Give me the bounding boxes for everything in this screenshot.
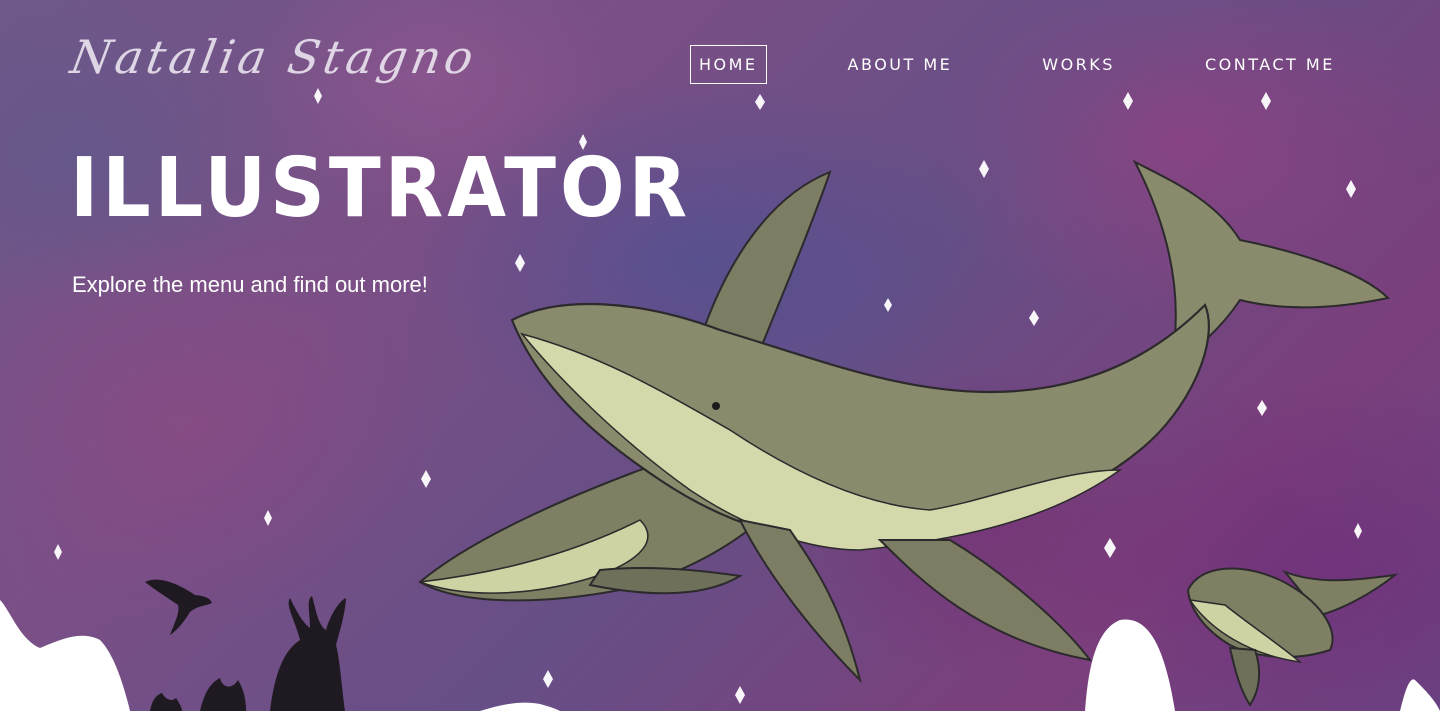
torn-edge-left xyxy=(0,600,130,711)
star xyxy=(421,470,431,488)
star xyxy=(1104,538,1116,558)
star xyxy=(735,686,745,704)
star xyxy=(755,94,765,110)
torn-edge-center xyxy=(1085,619,1175,711)
star xyxy=(1029,310,1039,326)
torn-edge-bottom xyxy=(480,702,560,711)
star xyxy=(1261,92,1271,110)
nav-about-me[interactable]: ABOUT ME xyxy=(839,45,962,84)
nav-home[interactable]: HOME xyxy=(690,44,767,84)
cat-silhouette xyxy=(200,678,246,711)
star xyxy=(515,254,525,272)
main-nav: HOME ABOUT ME WORKS CONTACT ME xyxy=(690,42,1344,86)
bird-silhouette xyxy=(145,579,212,635)
star xyxy=(884,298,892,312)
site-logo[interactable]: Natalia Stagno xyxy=(64,30,482,100)
baby-whale-flipper xyxy=(1228,646,1261,707)
fox-silhouette xyxy=(150,693,182,711)
hero-section: Natalia Stagno HOME ABOUT ME WORKS CONTA… xyxy=(0,0,1440,711)
main-whale-flipper-2 xyxy=(877,539,1093,662)
hero-illustration xyxy=(0,88,1440,711)
deer-silhouette xyxy=(270,596,346,711)
nav-contact-me[interactable]: CONTACT ME xyxy=(1196,45,1344,84)
main-whale-eye xyxy=(712,402,720,410)
nav-works[interactable]: WORKS xyxy=(1033,45,1124,84)
star xyxy=(1123,92,1133,110)
star xyxy=(1346,180,1356,198)
star xyxy=(264,510,272,526)
star xyxy=(979,160,989,178)
back-whale-fin xyxy=(698,170,832,352)
hero-subtitle: Explore the menu and find out more! xyxy=(72,272,428,297)
star xyxy=(543,670,553,688)
torn-edge-right xyxy=(1400,679,1440,711)
hero-title: ILLUSTRATOR xyxy=(70,139,692,236)
back-whale-flipper xyxy=(588,566,743,595)
star xyxy=(1257,400,1267,416)
star xyxy=(1354,523,1362,539)
star xyxy=(54,544,62,560)
